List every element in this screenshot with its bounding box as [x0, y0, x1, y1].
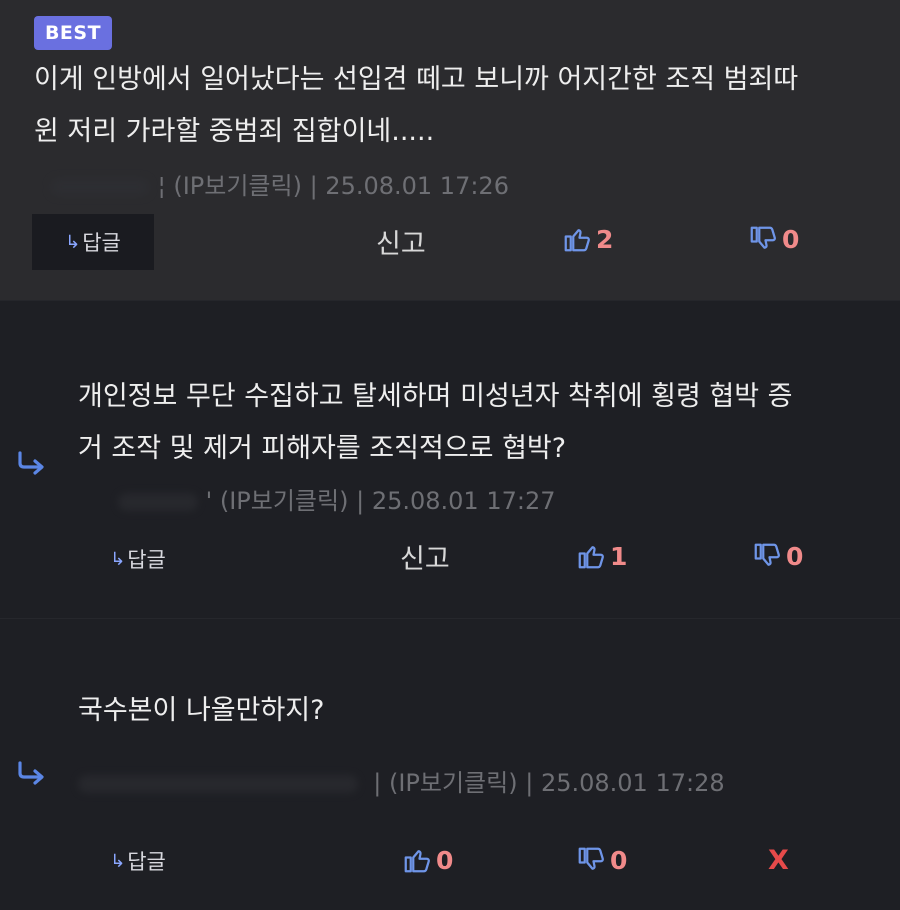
- comment-reply: 개인정보 무단 수집하고 탈세하며 미성년자 착취에 횡령 협박 증 거 조작 …: [0, 300, 900, 618]
- redacted-author: [118, 493, 198, 511]
- ip-view-link[interactable]: (IP보기클릭): [389, 769, 518, 797]
- downvote-button[interactable]: 0: [752, 541, 803, 571]
- comment-text-line: 개인정보 무단 수집하고 탈세하며 미성년자 착취에 횡령 협박 증: [78, 381, 793, 412]
- comment-text-line: 윈 저리 가라할 중범죄 집합이네.....: [34, 116, 435, 147]
- reply-label: 답글: [82, 231, 121, 255]
- upvote-button[interactable]: 2: [562, 224, 613, 254]
- reply-label: 답글: [127, 548, 166, 572]
- comment-text-line: 거 조작 및 제거 피해자를 조직적으로 협박?: [78, 433, 567, 464]
- reply-small-arrow-icon: ↳: [65, 231, 81, 253]
- redacted-author: [78, 775, 358, 793]
- reply-button[interactable]: ↳ 답글: [32, 214, 154, 270]
- downvote-button[interactable]: 0: [748, 224, 799, 254]
- comment-text: 개인정보 무단 수집하고 탈세하며 미성년자 착취에 횡령 협박 증 거 조작 …: [78, 371, 878, 475]
- thumbs-up-icon: [578, 546, 604, 569]
- timestamp: 25.08.01 17:28: [540, 769, 725, 797]
- upvote-button[interactable]: 0: [402, 845, 453, 875]
- thumbs-down-icon: [578, 847, 604, 870]
- reply-button[interactable]: ↳ 답글: [88, 539, 188, 579]
- reply-button[interactable]: ↳ 답글: [88, 841, 188, 881]
- delete-button[interactable]: X: [768, 845, 789, 876]
- redacted-author: [50, 178, 150, 196]
- reply-indent-arrow-icon: [18, 761, 44, 785]
- ip-view-link[interactable]: (IP보기클릭): [220, 487, 349, 515]
- thumbs-up-icon: [564, 229, 590, 252]
- timestamp: 25.08.01 17:27: [371, 487, 556, 515]
- upvote-count: 0: [436, 845, 454, 875]
- thumbs-down-icon: [754, 543, 780, 566]
- comment-meta: ' (IP보기클릭) | 25.08.01 17:27: [118, 481, 555, 516]
- comment-meta: | (IP보기클릭) | 25.08.01 17:28: [78, 763, 725, 798]
- ip-view-link[interactable]: (IP보기클릭): [173, 172, 302, 200]
- timestamp: 25.08.01 17:26: [325, 172, 509, 200]
- thumbs-down-icon: [750, 226, 776, 249]
- upvote-button[interactable]: 1: [576, 541, 627, 571]
- reply-indent-arrow-icon: [18, 451, 44, 475]
- best-badge: BEST: [34, 16, 112, 50]
- upvote-count: 2: [596, 224, 614, 254]
- downvote-count: 0: [610, 845, 628, 875]
- comment-text: 이게 인방에서 일어났다는 선입견 떼고 보니까 어지간한 조직 범죄따 윈 저…: [34, 54, 874, 158]
- comment-text-line: 이게 인방에서 일어났다는 선입견 떼고 보니까 어지간한 조직 범죄따: [34, 64, 799, 95]
- comment-reply: 국수본이 나올만하지? | (IP보기클릭) | 25.08.01 17:28 …: [0, 618, 900, 910]
- thumbs-up-icon: [404, 850, 430, 873]
- comment-best: BEST 이게 인방에서 일어났다는 선입견 떼고 보니까 어지간한 조직 범죄…: [0, 0, 900, 300]
- downvote-count: 0: [782, 224, 800, 254]
- report-button[interactable]: 신고: [376, 222, 426, 261]
- reply-small-arrow-icon: ↳: [110, 548, 126, 570]
- downvote-button[interactable]: 0: [576, 845, 627, 875]
- reply-label: 답글: [127, 850, 166, 874]
- comment-meta: ¦ (IP보기클릭) | 25.08.01 17:26: [50, 166, 509, 201]
- comment-text-line: 국수본이 나올만하지?: [78, 695, 325, 726]
- upvote-count: 1: [610, 541, 628, 571]
- reply-small-arrow-icon: ↳: [110, 850, 126, 872]
- report-button[interactable]: 신고: [400, 537, 450, 576]
- downvote-count: 0: [786, 541, 804, 571]
- comment-text: 국수본이 나올만하지?: [78, 685, 878, 737]
